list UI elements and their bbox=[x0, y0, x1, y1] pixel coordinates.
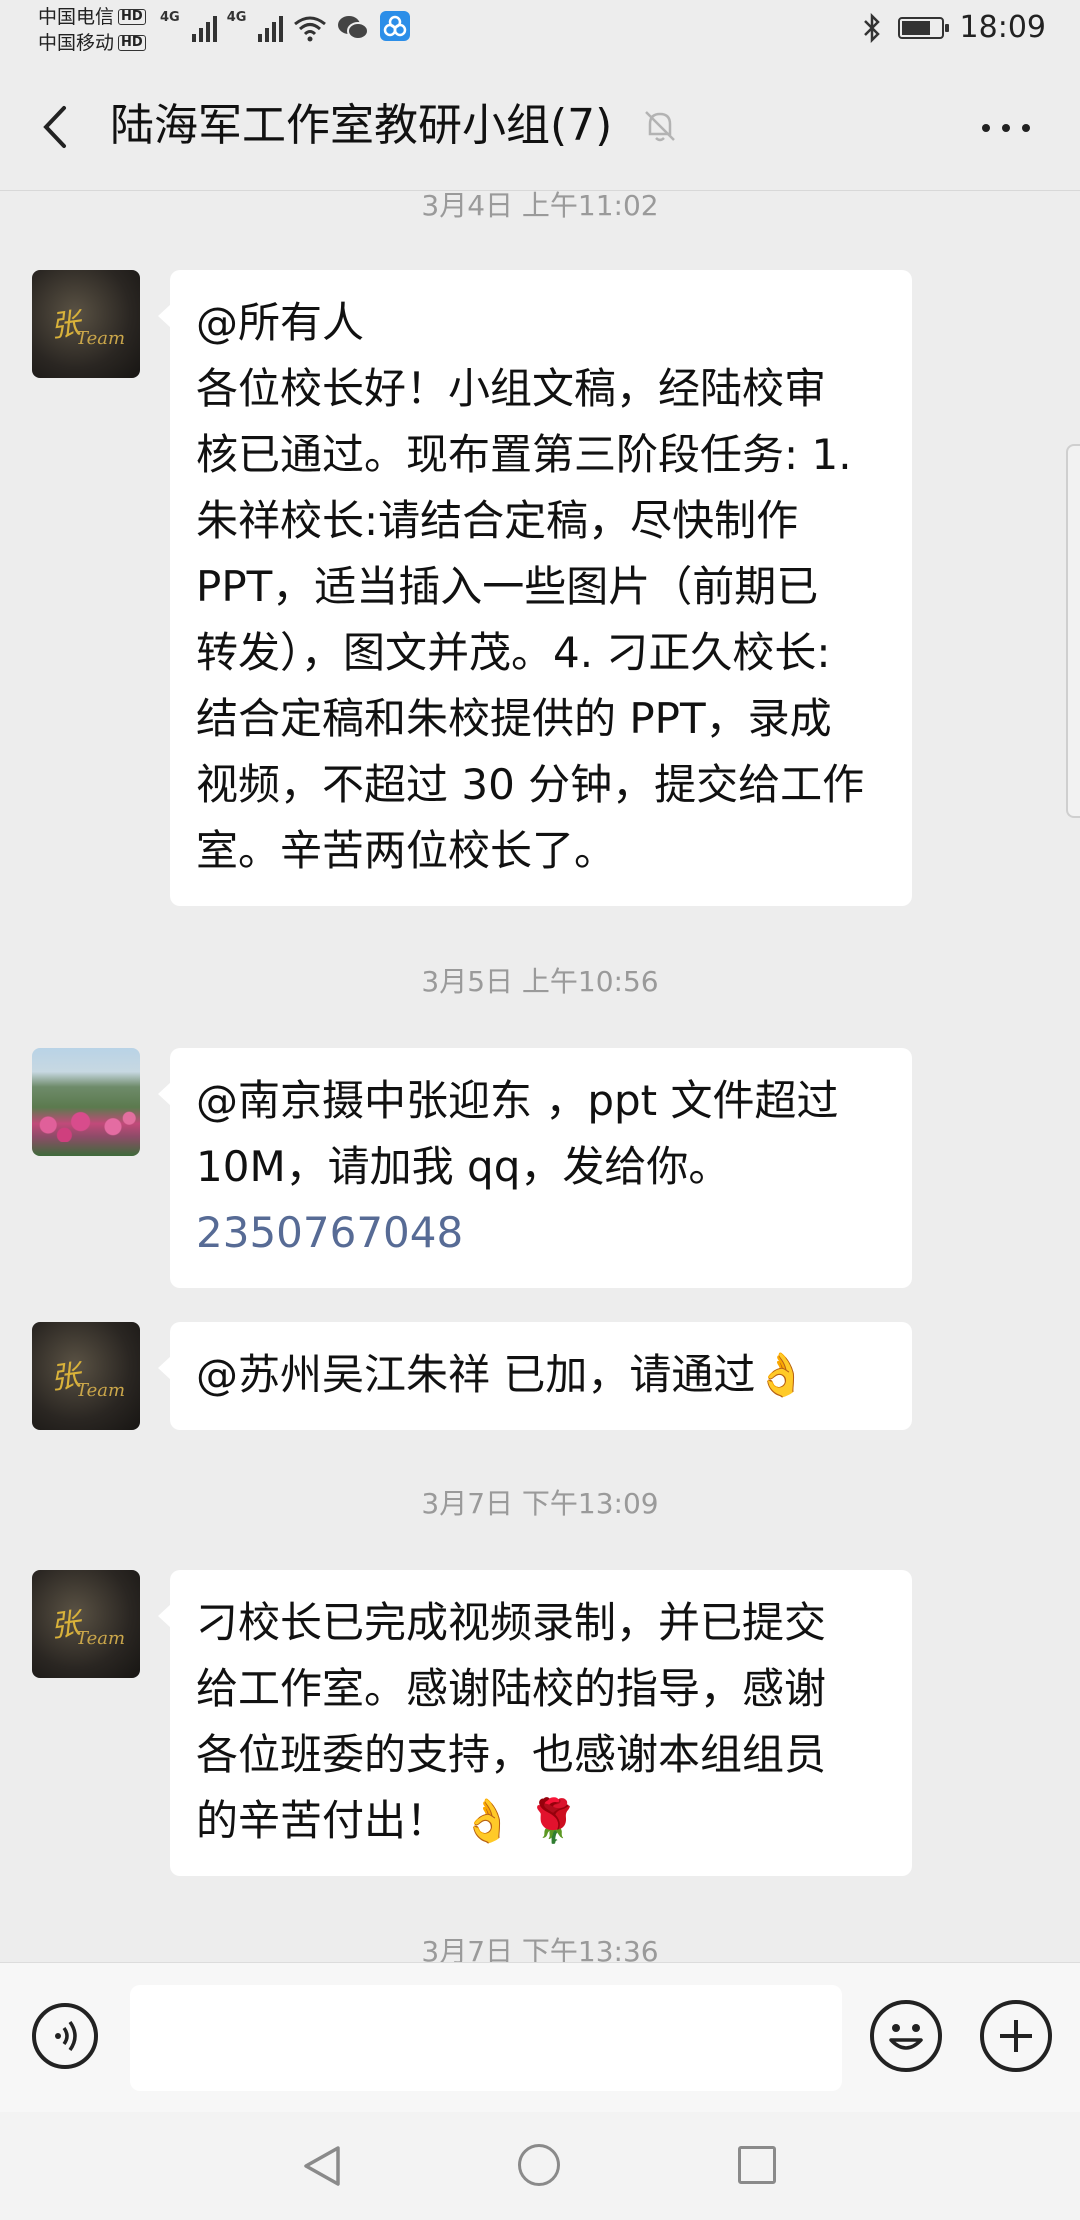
message-line: 刁校长已完成视频录制，并已提交 bbox=[196, 1598, 827, 1647]
message-bubble[interactable]: 刁校长已完成视频录制，并已提交 给工作室。感谢陆校的指导，感谢 各位班委的支持，… bbox=[158, 1570, 912, 1876]
avatar[interactable]: 张 Team bbox=[32, 1570, 140, 1678]
bluetooth-icon bbox=[863, 12, 880, 43]
message-line: 核已通过。现布置第三阶段任务: 1. bbox=[196, 430, 852, 479]
battery-icon bbox=[897, 16, 949, 39]
bell-off-icon bbox=[645, 111, 675, 142]
avatar[interactable]: 张 Team bbox=[32, 270, 140, 378]
scrollbar[interactable] bbox=[1066, 444, 1080, 818]
more-icon[interactable] bbox=[982, 124, 1030, 132]
message-line: 结合定稿和朱校提供的 PPT，录成 bbox=[196, 694, 832, 743]
hd-badge-1: HD bbox=[118, 9, 146, 25]
message-line: 室。辛苦两位校长了。 bbox=[196, 826, 617, 875]
phone-number-link[interactable]: 2350767048 bbox=[196, 1200, 888, 1266]
nav-recent-apps-icon[interactable] bbox=[738, 2146, 776, 2184]
ok-hand-rose-emoji: 👌 🌹 bbox=[461, 1796, 580, 1845]
message-line: 的辛苦付出！ 👌 🌹 bbox=[196, 1796, 580, 1845]
message-line: @所有人 bbox=[196, 298, 365, 347]
ok-hand-emoji: 👌 bbox=[755, 1350, 808, 1399]
network-type-1: 4G bbox=[160, 10, 180, 25]
message-line: 给工作室。感谢陆校的指导，感谢 bbox=[196, 1664, 827, 1713]
wechat-icon bbox=[338, 16, 370, 40]
signal-bars-icon bbox=[191, 14, 217, 42]
wifi-icon bbox=[294, 16, 327, 42]
message-bubble[interactable]: @所有人 各位校长好！小组文稿，经陆校审 核已通过。现布置第三阶段任务: 1. … bbox=[158, 270, 912, 906]
status-right: 18:09 bbox=[862, 10, 1046, 45]
status-bar: 中国电信 HD 中国移动 HD 4G 4G 18:09 bbox=[0, 0, 1080, 62]
message-line: 各位校长好！小组文稿，经陆校审 bbox=[196, 364, 827, 413]
signal-icons: 4G 4G bbox=[160, 10, 411, 42]
message-input[interactable] bbox=[130, 1985, 842, 2091]
carrier-info: 中国电信 HD 中国移动 HD bbox=[38, 4, 146, 56]
message-line: 朱祥校长:请结合定稿，尽快制作 bbox=[196, 496, 799, 545]
network-type-2: 4G bbox=[226, 10, 247, 25]
input-bar bbox=[0, 1962, 1080, 2113]
chat-title: 陆海军工作室教研小组(7) bbox=[110, 100, 613, 151]
message-line: @苏州吴江朱祥 已加，请通过👌 bbox=[196, 1350, 808, 1399]
message-bubble[interactable]: @苏州吴江朱祥 已加，请通过👌 bbox=[158, 1322, 912, 1430]
emoji-icon[interactable] bbox=[870, 2000, 942, 2072]
nav-back-icon[interactable] bbox=[300, 2142, 346, 2190]
message-bubble[interactable]: @南京摄中张迎东 ，ppt 文件超过 10M，请加我 qq，发给你。 23507… bbox=[158, 1048, 912, 1288]
chat-header: 陆海军工作室教研小组(7) bbox=[0, 62, 1080, 191]
nav-home-icon[interactable] bbox=[518, 2144, 560, 2186]
timestamp: 3月7日 下午13:09 bbox=[421, 1487, 659, 1520]
message-line: 10M，请加我 qq，发给你。 bbox=[196, 1142, 731, 1191]
voice-icon[interactable] bbox=[32, 2003, 98, 2069]
message-line: 转发），图文并茂。4. 刁正久校长: bbox=[196, 628, 831, 677]
message-line: PPT，适当插入一些图片（前期已 bbox=[196, 562, 819, 611]
app-notification-icon bbox=[380, 11, 411, 41]
timestamp: 3月4日 上午11:02 bbox=[421, 189, 659, 222]
avatar[interactable] bbox=[32, 1048, 140, 1156]
carrier-1: 中国电信 bbox=[38, 6, 115, 28]
signal-bars-icon bbox=[258, 14, 284, 42]
clock: 18:09 bbox=[959, 10, 1046, 45]
chevron-left-icon[interactable] bbox=[36, 102, 76, 152]
message-line: 各位班委的支持，也感谢本组组员 bbox=[196, 1730, 827, 1779]
message-line: @南京摄中张迎东 ，ppt 文件超过 bbox=[196, 1076, 839, 1125]
message-line: 视频，不超过 30 分钟，提交给工作 bbox=[196, 760, 865, 809]
hd-badge-2: HD bbox=[118, 35, 146, 51]
carrier-2: 中国移动 bbox=[38, 32, 115, 54]
plus-icon[interactable] bbox=[980, 2000, 1052, 2072]
avatar[interactable]: 张 Team bbox=[32, 1322, 140, 1430]
system-nav-bar bbox=[0, 2112, 1080, 2220]
timestamp: 3月5日 上午10:56 bbox=[421, 965, 659, 998]
